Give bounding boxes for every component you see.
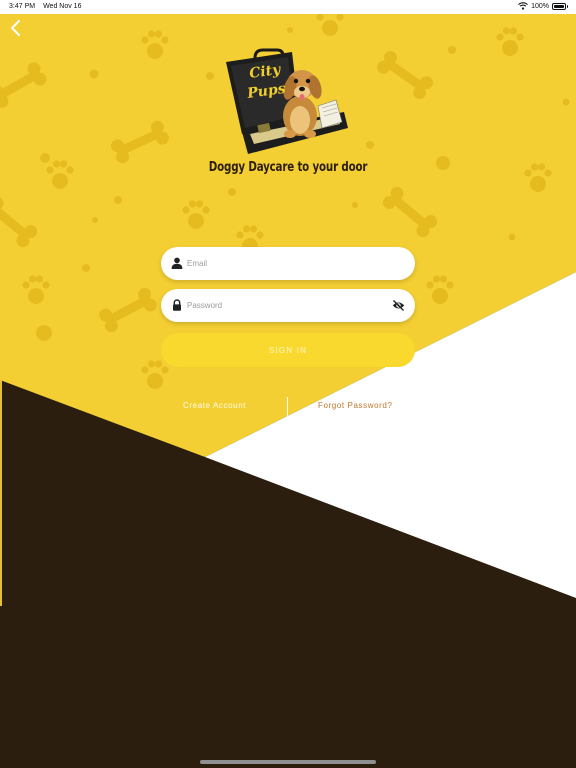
home-indicator xyxy=(200,760,376,764)
email-field[interactable] xyxy=(161,247,415,280)
create-account-link[interactable]: Create Account xyxy=(183,401,246,410)
forgot-password-link[interactable]: Forgot Password? xyxy=(318,401,393,410)
email-input[interactable] xyxy=(187,254,387,273)
status-bar: 3:47 PM Wed Nov 16 100% xyxy=(0,0,576,14)
wifi-icon xyxy=(518,2,528,10)
chevron-left-icon xyxy=(11,20,20,36)
password-field[interactable] xyxy=(161,289,415,322)
tagline: Doggy Daycare to your door xyxy=(208,160,368,175)
lock-icon xyxy=(173,299,181,311)
sign-in-button[interactable]: SIGN IN xyxy=(161,333,415,367)
city-pups-logo: City Pups xyxy=(226,48,348,154)
battery-percent: 100% xyxy=(531,2,549,10)
status-time: 3:47 PM xyxy=(9,3,36,10)
user-icon xyxy=(171,257,183,269)
eye-off-icon[interactable] xyxy=(392,299,405,312)
battery-icon xyxy=(552,2,568,10)
link-divider xyxy=(287,397,288,417)
back-button[interactable] xyxy=(6,18,26,38)
status-date: Wed Nov 16 xyxy=(43,3,82,10)
password-input[interactable] xyxy=(187,296,387,315)
